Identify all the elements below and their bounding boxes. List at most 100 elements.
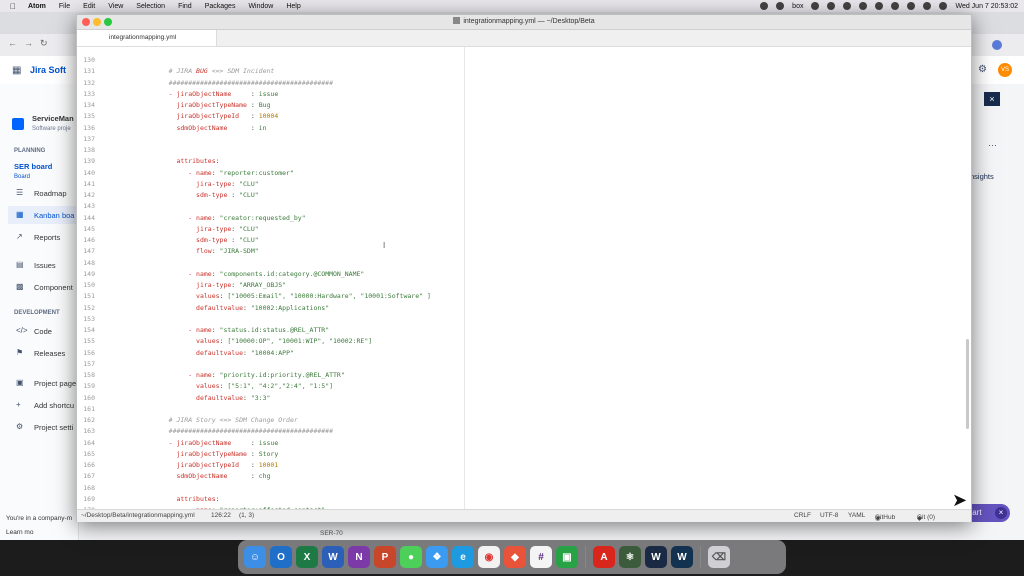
- scrollbar[interactable]: [966, 339, 969, 429]
- atom-icon[interactable]: ⚛: [619, 546, 641, 568]
- excel-icon[interactable]: X: [296, 546, 318, 568]
- onenote-icon[interactable]: N: [348, 546, 370, 568]
- sidebar-item-project-settings[interactable]: Project setti: [34, 423, 73, 432]
- messages-icon[interactable]: ●: [400, 546, 422, 568]
- code-line[interactable]: sdmObjectName : chg: [153, 472, 270, 480]
- code-line[interactable]: jiraObjectTypeId : 10004: [153, 112, 278, 120]
- code-line[interactable]: - jiraObjectName : issue: [153, 439, 279, 447]
- status-selection[interactable]: (1, 3): [239, 512, 254, 519]
- code-line[interactable]: - name: "creator:requested_by": [153, 214, 305, 222]
- code-line[interactable]: sdm-type : "CLU": [153, 191, 259, 199]
- sidebar-item-issues[interactable]: Issues: [34, 261, 56, 270]
- menu-selection[interactable]: Selection: [136, 3, 165, 10]
- code-line[interactable]: attributes:: [153, 495, 219, 503]
- code-line[interactable]: jiraObjectTypeId : 10001: [153, 461, 278, 469]
- menu-window[interactable]: Window: [248, 3, 273, 10]
- sidebar-item-roadmap[interactable]: Roadmap: [34, 189, 67, 198]
- issue-key[interactable]: SER-70: [320, 530, 343, 537]
- code-line[interactable]: jiraObjectTypeName : Bug: [153, 101, 270, 109]
- profile-icon[interactable]: [992, 40, 1002, 50]
- sidebar-item-add-shortcut[interactable]: Add shortcu: [34, 401, 74, 410]
- slack-icon[interactable]: #: [530, 546, 552, 568]
- avatar[interactable]: VS: [998, 63, 1012, 77]
- microphone-icon[interactable]: [843, 2, 852, 10]
- project-name[interactable]: ServiceMan: [32, 114, 74, 123]
- menu-help[interactable]: Help: [286, 3, 300, 10]
- webex-icon[interactable]: W: [645, 546, 667, 568]
- gear-icon[interactable]: ⚙: [978, 64, 987, 75]
- word-icon[interactable]: W: [322, 546, 344, 568]
- menu-view[interactable]: View: [108, 3, 123, 10]
- control-center-icon[interactable]: [923, 2, 932, 10]
- tab-integrationmapping[interactable]: integrationmapping.yml: [77, 30, 217, 46]
- apple-menu-icon[interactable]: : [10, 2, 16, 11]
- code-line[interactable]: - name: "status.id:status.@REL_ATTR": [153, 326, 329, 334]
- code-line[interactable]: flow: "JIRA-SDM": [153, 247, 259, 255]
- clock[interactable]: Wed Jun 7 20:53:02: [955, 3, 1018, 10]
- code-line[interactable]: sdm-type : "CLU": [153, 236, 259, 244]
- code-line[interactable]: jiraObjectTypeName : Story: [153, 450, 278, 458]
- play-icon[interactable]: [875, 2, 884, 10]
- menu-file[interactable]: File: [59, 3, 70, 10]
- learn-more-link[interactable]: Learn mo: [6, 529, 33, 536]
- code-line[interactable]: # JIRA BUG <=> SDM Incident: [153, 67, 275, 75]
- git-icon[interactable]: ◆: [504, 546, 526, 568]
- close-icon[interactable]: ×: [984, 92, 1000, 106]
- cloud-icon[interactable]: [811, 2, 820, 10]
- settings-icon[interactable]: [827, 2, 836, 10]
- code-line[interactable]: jira-type: "CLU": [153, 180, 259, 188]
- code-line[interactable]: attributes:: [153, 157, 219, 165]
- back-icon[interactable]: ←: [8, 38, 17, 48]
- app-switcher-icon[interactable]: ▦: [12, 65, 21, 76]
- status-line-ending[interactable]: CRLF: [794, 512, 811, 519]
- trash-icon[interactable]: ⌫: [708, 546, 730, 568]
- sidebar-item-releases[interactable]: Releases: [34, 349, 65, 358]
- code-editor[interactable]: 130 131 132 133 134 135 136 137 138 139 140 141 142 1…: [77, 47, 971, 509]
- status-grammar[interactable]: YAML: [848, 512, 865, 519]
- insights-button[interactable]: nsights: [970, 172, 994, 181]
- code-line[interactable]: - name: "reporter:customer": [153, 169, 294, 177]
- sidebar-item-kanban[interactable]: Kanban boa: [34, 211, 74, 220]
- sidebar-item-components[interactable]: Component: [34, 283, 73, 292]
- powerpoint-icon[interactable]: P: [374, 546, 396, 568]
- sync-icon[interactable]: [776, 2, 785, 10]
- menu-packages[interactable]: Packages: [205, 3, 236, 10]
- edge-icon[interactable]: e: [452, 546, 474, 568]
- code-line[interactable]: jira-type: "ARRAY_OBJS": [153, 281, 286, 289]
- code-line[interactable]: defaultvalue: "10002:Applications": [153, 304, 329, 312]
- search-icon[interactable]: [907, 2, 916, 10]
- siri-icon[interactable]: [939, 2, 948, 10]
- code-line[interactable]: values: ["10000:OP", "10001:WIP", "10002…: [153, 337, 372, 345]
- code-line[interactable]: jira-type: "CLU": [153, 225, 259, 233]
- dismiss-icon[interactable]: ×: [995, 507, 1007, 519]
- status-cursor-position[interactable]: 126:22: [211, 512, 231, 519]
- code-line[interactable]: values: ["10005:Email", "10000:Hardware"…: [153, 292, 431, 300]
- code-line[interactable]: - jiraObjectName : issue: [153, 90, 279, 98]
- sidebar-item-reports[interactable]: Reports: [34, 233, 60, 242]
- sidebar-item-project-page[interactable]: Project page: [34, 379, 76, 388]
- more-icon[interactable]: ⋯: [988, 140, 997, 151]
- recording-icon[interactable]: [760, 2, 769, 10]
- menu-find[interactable]: Find: [178, 3, 192, 10]
- facetime-icon[interactable]: ▣: [556, 546, 578, 568]
- app-menu[interactable]: Atom: [28, 3, 46, 10]
- code-line[interactable]: ########################################…: [153, 427, 333, 435]
- finder-icon[interactable]: ☺: [244, 546, 266, 568]
- board-name[interactable]: SER board: [14, 162, 52, 171]
- code-line[interactable]: defaultvalue: "10004:APP": [153, 349, 294, 357]
- webex-meet-icon[interactable]: W: [671, 546, 693, 568]
- outlook-icon[interactable]: O: [270, 546, 292, 568]
- code-line[interactable]: defaultvalue: "3:3": [153, 394, 270, 402]
- acrobat-icon[interactable]: A: [593, 546, 615, 568]
- code-line[interactable]: - name: "priority.id:priority.@REL_ATTR": [153, 371, 345, 379]
- reload-icon[interactable]: ↻: [40, 38, 48, 49]
- code-line[interactable]: ########################################…: [153, 79, 333, 87]
- code-line[interactable]: sdmObjectName : in: [153, 124, 266, 132]
- sidebar-item-code[interactable]: Code: [34, 327, 52, 336]
- jira-logo[interactable]: Jira Soft: [30, 65, 66, 75]
- box-icon[interactable]: box: [792, 3, 803, 10]
- headphones-icon[interactable]: [859, 2, 868, 10]
- code-line[interactable]: - name: "components.id:category.@COMMON_…: [153, 270, 364, 278]
- wifi-icon[interactable]: [891, 2, 900, 10]
- forward-icon[interactable]: →: [24, 38, 33, 48]
